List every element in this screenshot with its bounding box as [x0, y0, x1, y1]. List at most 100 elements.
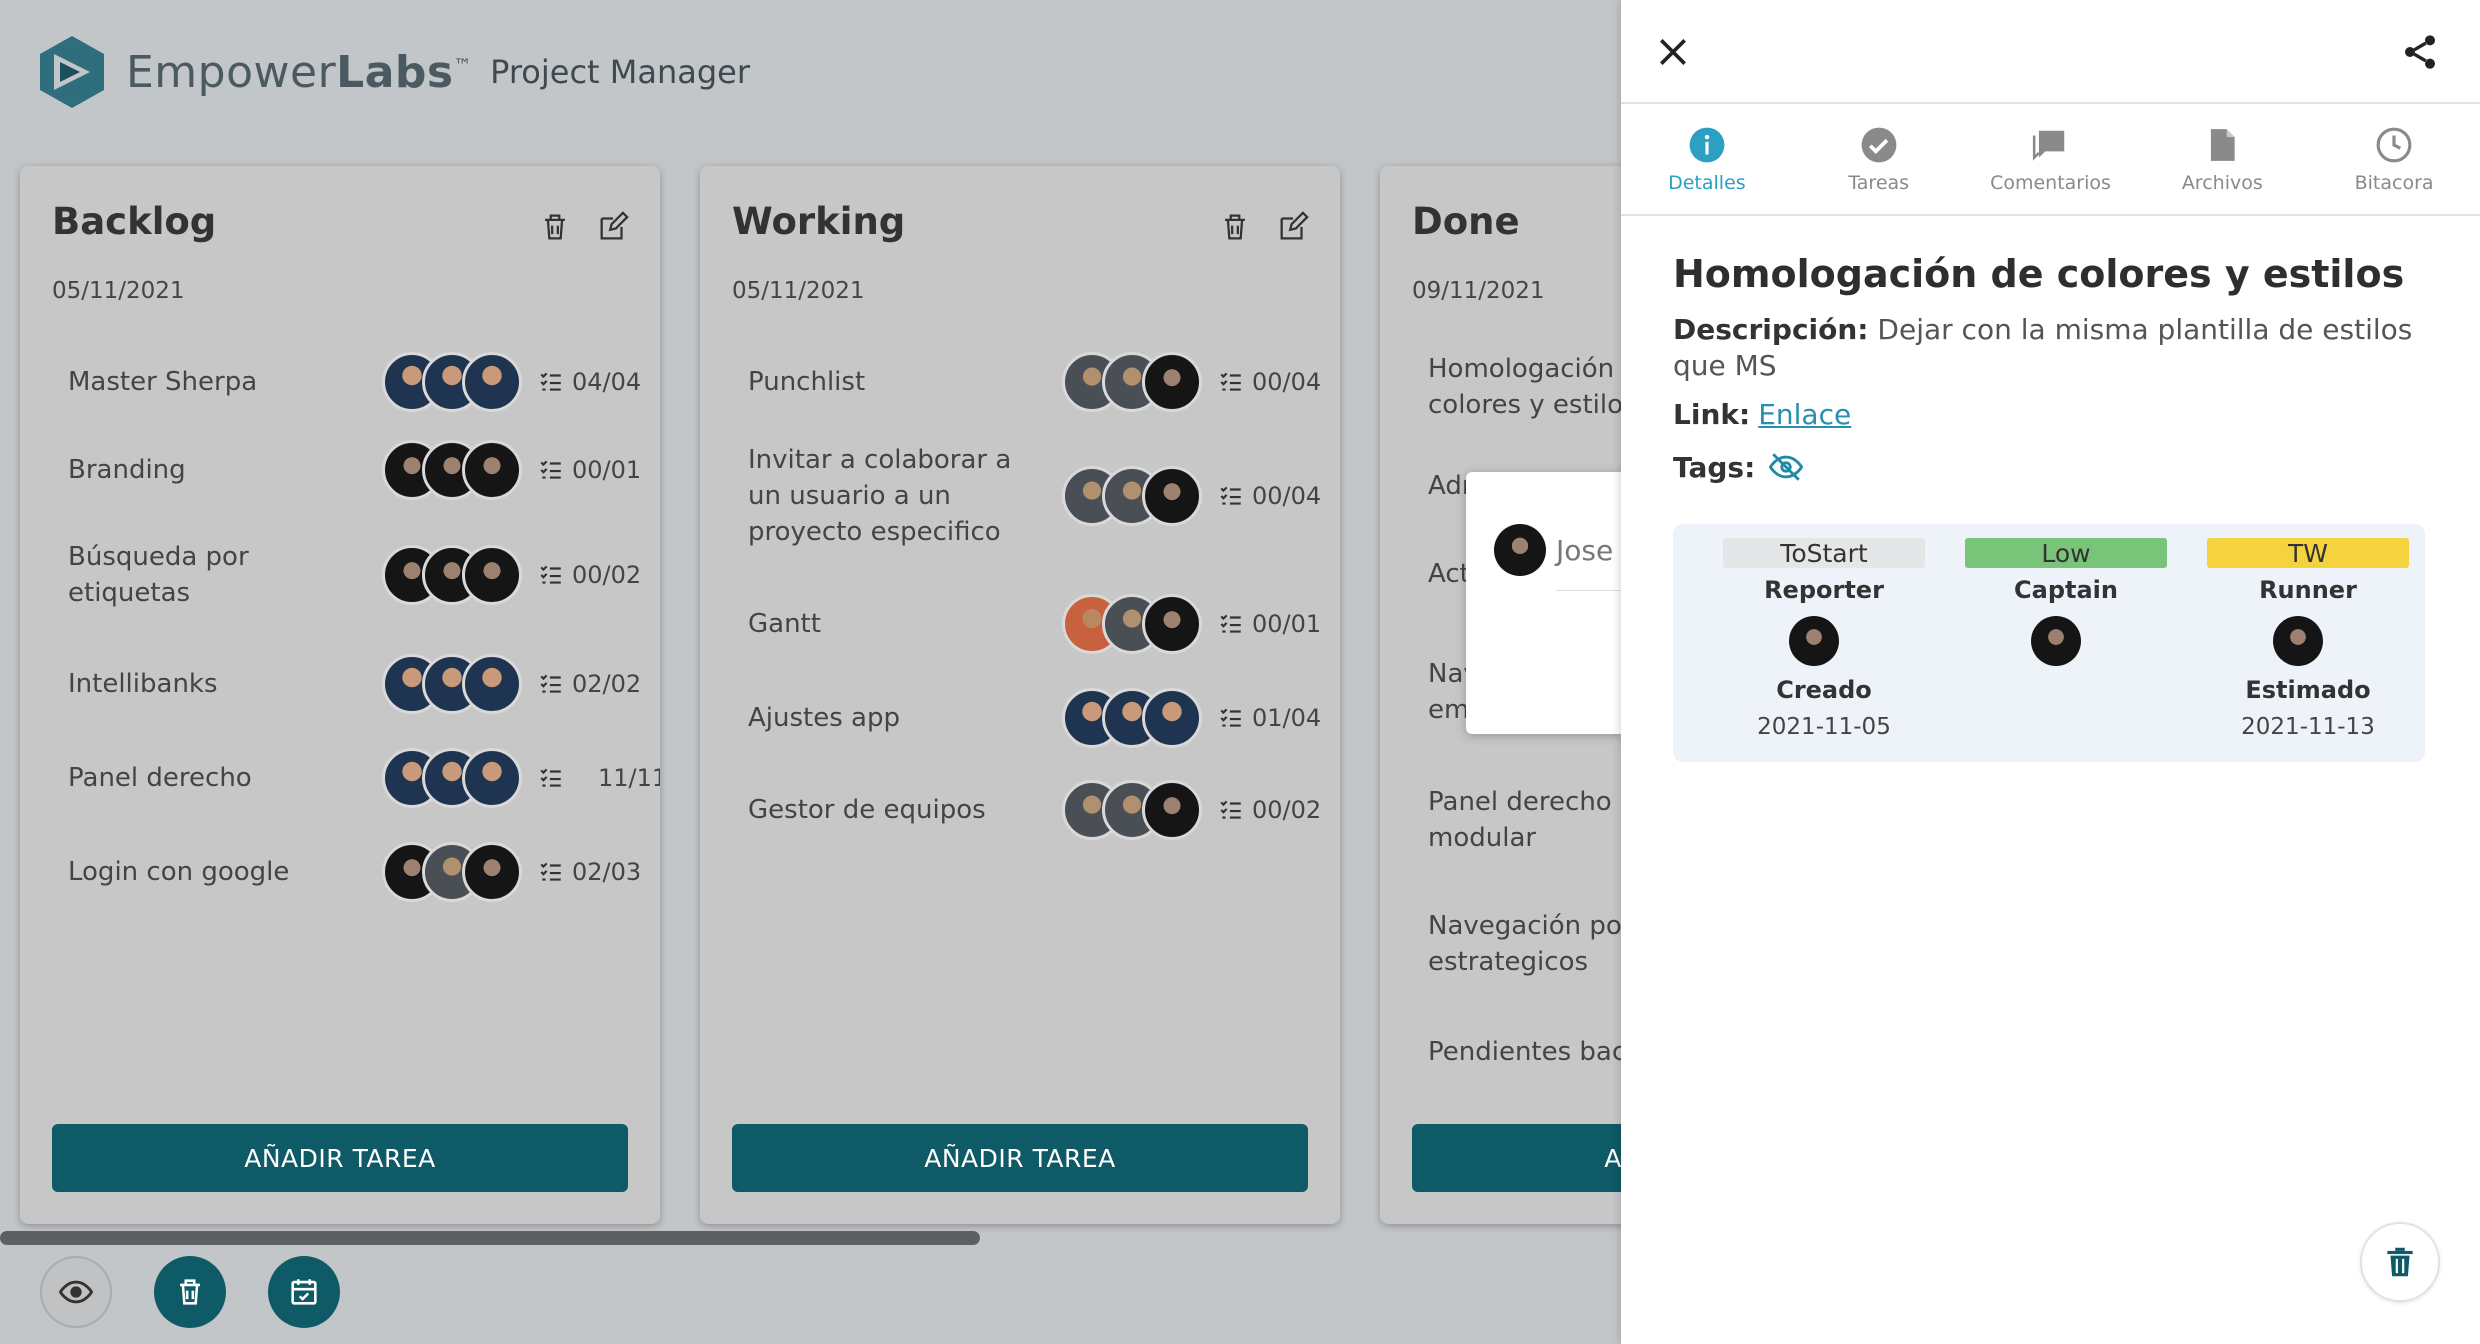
avatar: [1142, 688, 1202, 748]
checklist-count: 00/02: [1218, 796, 1321, 824]
checklist-count: 00/04: [1218, 368, 1321, 396]
avatar: [2273, 616, 2323, 666]
app-header: EmpowerLabs™ Project Manager: [34, 32, 750, 112]
trash-icon[interactable]: [538, 210, 572, 244]
column-title: Done: [1412, 200, 1520, 243]
check-circle-icon: [1861, 127, 1897, 163]
task-card[interactable]: Intellibanks 02/02: [68, 648, 643, 720]
avatar: [1142, 594, 1202, 654]
meta-reporter: ToStart Reporter Creado 2021-11-05: [1723, 538, 1925, 762]
trash-icon: [2387, 1247, 2413, 1277]
avatar: [1789, 616, 1839, 666]
task-card[interactable]: Login con google 02/03: [68, 836, 643, 908]
checklist-icon: [1220, 614, 1241, 633]
task-name: Gestor de equipos: [748, 795, 986, 825]
share-icon[interactable]: [2400, 32, 2440, 72]
task-name: Branding: [68, 455, 186, 485]
tab-detalles[interactable]: Detalles: [1621, 106, 1793, 214]
tab-bitacora[interactable]: Bitacora: [2308, 106, 2480, 214]
meta-captain: Low Captain: [1965, 538, 2167, 762]
column-backlog: Backlog 05/11/2021 Master Sherpa 04/04 B…: [20, 166, 660, 1224]
task-card[interactable]: Gestor de equipos 00/02: [748, 774, 1323, 846]
checklist-icon: [540, 862, 561, 881]
logo-icon: [40, 36, 104, 108]
task-description: Descripción: Dejar con la misma plantill…: [1673, 313, 2413, 382]
assignee-avatars: [1062, 688, 1202, 748]
assignee-avatars: [382, 842, 522, 902]
visibility-button[interactable]: [40, 1256, 112, 1328]
avatar: [1142, 352, 1202, 412]
task-name: Login con google: [68, 857, 290, 887]
task-card[interactable]: Branding 00/01: [68, 434, 643, 506]
column-title: Backlog: [52, 200, 217, 243]
checklist-count: 01/04: [1218, 704, 1321, 732]
column-date: 05/11/2021: [732, 278, 865, 304]
created-date: 2021-11-05: [1757, 714, 1891, 740]
avatar: [462, 748, 522, 808]
task-name: Master Sherpa: [68, 367, 258, 397]
avatar: [462, 654, 522, 714]
task-name: Panel derecho: [68, 763, 252, 793]
info-icon: [1689, 127, 1725, 163]
tab-comentarios[interactable]: Comentarios: [1965, 106, 2137, 214]
task-card[interactable]: Ajustes app 01/04: [748, 682, 1323, 754]
checklist-count: 00/01: [1218, 610, 1321, 638]
trash-icon[interactable]: [1218, 210, 1252, 244]
task-name: Gantt: [748, 609, 821, 639]
avatar: [1494, 524, 1546, 576]
checklist-count: 02/03: [538, 858, 641, 886]
task-tags-row: Tags:: [1673, 450, 1804, 484]
edit-icon[interactable]: [596, 210, 630, 244]
checklist-count: 00/04: [1218, 482, 1321, 510]
task-name: Invitar a colaborar a un usuario a un pr…: [748, 445, 1012, 547]
comment-icon: [2033, 130, 2065, 161]
divider: [1556, 590, 1626, 591]
priority-badge[interactable]: Low: [1965, 538, 2167, 568]
close-icon[interactable]: [1653, 32, 1693, 72]
checklist-icon: [540, 460, 561, 479]
edit-icon[interactable]: [1276, 210, 1310, 244]
eye-icon: [59, 1280, 93, 1304]
add-task-button[interactable]: AÑADIR TAREA: [732, 1124, 1308, 1192]
reporter-label: Reporter: [1764, 576, 1884, 604]
type-badge[interactable]: TW: [2207, 538, 2409, 568]
delete-task-button[interactable]: [2360, 1222, 2440, 1302]
detail-tabs: Detalles Tareas Comentarios Archivos Bit…: [1621, 106, 2480, 216]
task-card[interactable]: Búsqueda por etiquetas 00/02: [68, 532, 643, 618]
task-name: Navegación por estrategicos: [1428, 911, 1633, 977]
avatar: [462, 352, 522, 412]
task-name: Intellibanks: [68, 669, 218, 699]
tab-tareas[interactable]: Tareas: [1793, 106, 1965, 214]
task-title: Homologación de colores y estilos: [1673, 252, 2405, 296]
task-name: Ajustes app: [748, 703, 900, 733]
popup-user-item[interactable]: Jose: [1494, 524, 1613, 576]
task-card[interactable]: Invitar a colaborar a un usuario a un pr…: [748, 436, 1323, 556]
task-card[interactable]: Gantt 00/01: [748, 588, 1323, 660]
assignee-avatars: [1062, 594, 1202, 654]
task-name: Panel derecho modular: [1428, 787, 1612, 853]
checklist-count: 00/01: [538, 456, 641, 484]
task-card[interactable]: Panel derecho 11/11: [68, 742, 660, 814]
horizontal-scrollbar[interactable]: [0, 1231, 980, 1245]
task-name: Punchlist: [748, 367, 866, 397]
task-card[interactable]: Punchlist 00/04: [748, 346, 1323, 418]
created-label: Creado: [1776, 676, 1872, 704]
column-working: Working 05/11/2021 Punchlist 00/04 Invit…: [700, 166, 1340, 1224]
tab-archivos[interactable]: Archivos: [2136, 106, 2308, 214]
checklist-icon: [540, 372, 561, 391]
eye-off-icon[interactable]: [1769, 450, 1804, 484]
clock-icon: [2376, 127, 2412, 163]
estimated-date: 2021-11-13: [2241, 714, 2375, 740]
calendar-button[interactable]: [268, 1256, 340, 1328]
delete-board-button[interactable]: [154, 1256, 226, 1328]
column-date: 05/11/2021: [52, 278, 185, 304]
assignee-avatars: [382, 352, 522, 412]
runner-label: Runner: [2259, 576, 2357, 604]
task-card[interactable]: Master Sherpa 04/04: [68, 346, 643, 418]
avatar: [1142, 780, 1202, 840]
task-link[interactable]: Enlace: [1758, 398, 1851, 431]
status-badge[interactable]: ToStart: [1723, 538, 1925, 568]
avatar: [462, 842, 522, 902]
checklist-icon: [540, 768, 561, 787]
add-task-button[interactable]: AÑADIR TAREA: [52, 1124, 628, 1192]
